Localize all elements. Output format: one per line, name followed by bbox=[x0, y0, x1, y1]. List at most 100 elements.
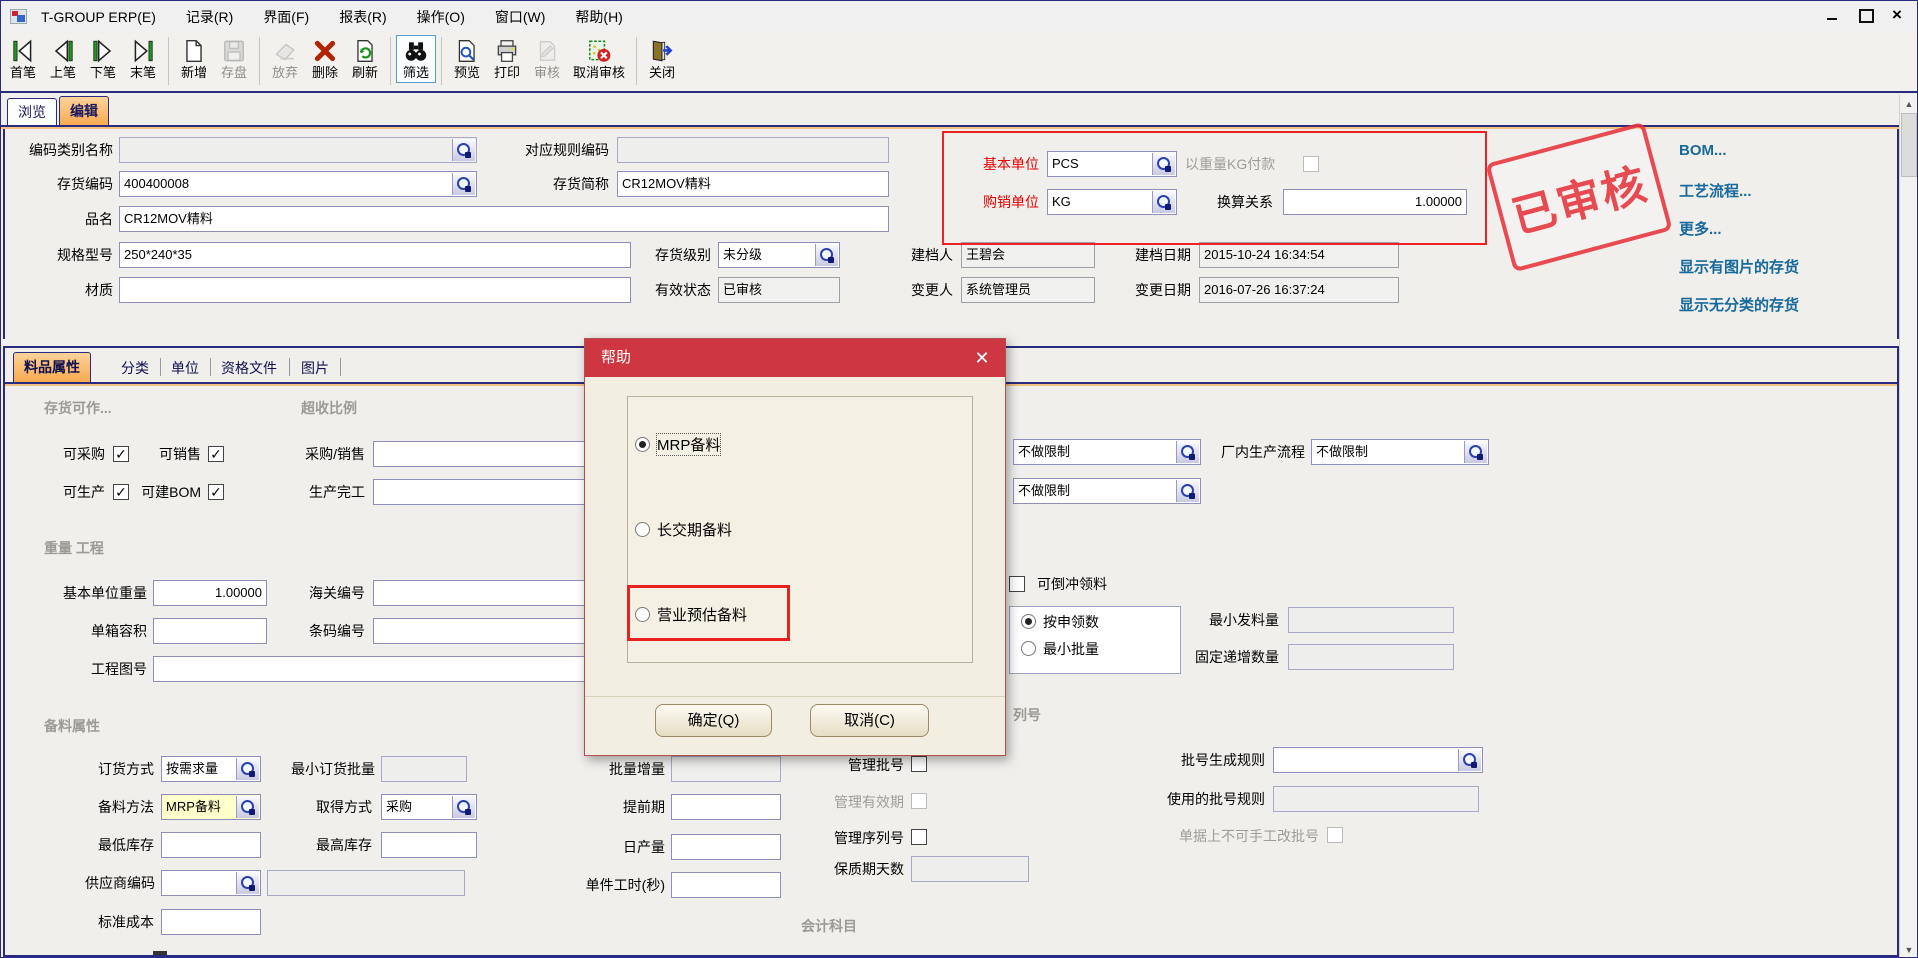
trade-unit-input[interactable]: KG bbox=[1047, 189, 1177, 215]
toolbar-filter[interactable]: 筛选 bbox=[396, 35, 436, 83]
maximize-icon[interactable] bbox=[1857, 8, 1873, 22]
factory-flow-input[interactable]: 不做限制 bbox=[1311, 439, 1489, 465]
lookup-icon[interactable] bbox=[236, 872, 259, 894]
acquire-method-input[interactable]: 采购 bbox=[381, 794, 477, 820]
menu-window[interactable]: 窗口(W) bbox=[495, 7, 546, 27]
toolbar-close[interactable]: 关闭 bbox=[642, 35, 682, 83]
lookup-icon[interactable] bbox=[1464, 441, 1487, 463]
code-category-input[interactable] bbox=[119, 137, 477, 163]
inventory-code-input[interactable]: 400400008 bbox=[119, 171, 477, 197]
by-min-batch-radio[interactable] bbox=[1021, 641, 1036, 656]
order-method-input[interactable]: 按需求量 bbox=[161, 756, 261, 782]
menu-report[interactable]: 报表(R) bbox=[339, 7, 386, 27]
max-stock-input[interactable] bbox=[381, 832, 477, 858]
tab-item-attributes[interactable]: 料品属性 bbox=[13, 352, 91, 382]
can-buy-checkbox[interactable] bbox=[113, 446, 129, 462]
toolbar-last-record[interactable]: 末笔 bbox=[123, 35, 163, 83]
lookup-icon[interactable] bbox=[236, 758, 259, 780]
option-long-lead-radio[interactable] bbox=[635, 522, 650, 537]
link-show-with-pictures[interactable]: 显示有图片的存货 bbox=[1679, 256, 1799, 277]
daily-output-input[interactable] bbox=[671, 834, 781, 860]
scrollbar-thumb[interactable] bbox=[1901, 113, 1917, 177]
lookup-icon[interactable] bbox=[1152, 153, 1175, 175]
lookup-icon[interactable] bbox=[1152, 191, 1175, 213]
link-bom[interactable]: BOM... bbox=[1679, 142, 1727, 159]
lookup-icon[interactable] bbox=[1176, 441, 1199, 463]
std-cost-input[interactable] bbox=[161, 909, 261, 935]
product-name-input[interactable]: CR12MOV精料 bbox=[119, 206, 889, 232]
toolbar-cancel-audit[interactable]: 取消审核 bbox=[567, 35, 631, 83]
spec-model-input[interactable]: 250*240*35 bbox=[119, 242, 631, 268]
vertical-scrollbar[interactable]: ▲ ▼ bbox=[1899, 95, 1917, 958]
dialog-close-icon[interactable]: ✕ bbox=[971, 347, 993, 369]
toolbar-delete[interactable]: 删除 bbox=[305, 35, 345, 83]
option-long-lead-label[interactable]: 长交期备料 bbox=[657, 519, 732, 540]
tab-unit[interactable]: 单位 bbox=[165, 356, 205, 380]
close-window-icon[interactable]: × bbox=[1889, 8, 1905, 22]
manage-serial-checkbox[interactable] bbox=[911, 829, 927, 845]
customs-code-input[interactable] bbox=[373, 580, 609, 606]
barcode-input[interactable] bbox=[373, 618, 609, 644]
lookup-icon[interactable] bbox=[1176, 480, 1199, 502]
rule-code-input[interactable] bbox=[617, 137, 889, 163]
dialog-cancel-button[interactable]: 取消(C) bbox=[810, 704, 929, 737]
by-apply-radio[interactable] bbox=[1021, 614, 1036, 629]
can-sell-checkbox[interactable] bbox=[208, 446, 224, 462]
option-mrp-radio[interactable] bbox=[635, 437, 650, 452]
can-produce-checkbox[interactable] bbox=[113, 484, 129, 500]
pay-by-kg-checkbox[interactable] bbox=[1303, 156, 1319, 172]
option-mrp-label[interactable]: MRP备料 bbox=[657, 434, 720, 455]
min-stock-input[interactable] bbox=[161, 832, 261, 858]
lookup-icon[interactable] bbox=[1458, 749, 1481, 771]
base-unit-input[interactable]: PCS bbox=[1047, 151, 1177, 177]
tab-edit[interactable]: 编辑 bbox=[59, 96, 109, 126]
toolbar-prev-record[interactable]: 上笔 bbox=[43, 35, 83, 83]
prep-method-input[interactable]: MRP备料 bbox=[161, 794, 261, 820]
scroll-down-icon[interactable]: ▼ bbox=[1901, 942, 1917, 958]
manage-batch-checkbox[interactable] bbox=[911, 756, 927, 772]
link-show-uncategorized[interactable]: 显示无分类的存货 bbox=[1679, 294, 1799, 315]
tab-browse[interactable]: 浏览 bbox=[7, 98, 57, 126]
toolbar-print[interactable]: 打印 bbox=[487, 35, 527, 83]
lookup-icon[interactable] bbox=[815, 244, 838, 266]
scroll-up-icon[interactable]: ▲ bbox=[1901, 96, 1917, 112]
menu-tgroup-erp[interactable]: T-GROUP ERP(E) bbox=[41, 9, 156, 25]
box-volume-input[interactable] bbox=[153, 618, 267, 644]
unit-time-input[interactable] bbox=[671, 872, 781, 898]
menu-help[interactable]: 帮助(H) bbox=[575, 7, 622, 27]
production-done-input[interactable] bbox=[373, 479, 613, 505]
toolbar-next-record[interactable]: 下笔 bbox=[83, 35, 123, 83]
supplier-code-input[interactable] bbox=[161, 870, 261, 896]
link-process-flow[interactable]: 工艺流程... bbox=[1679, 180, 1752, 201]
link-more[interactable]: 更多... bbox=[1679, 218, 1722, 239]
lookup-icon[interactable] bbox=[452, 796, 475, 818]
inventory-short-input[interactable]: CR12MOV精料 bbox=[617, 171, 889, 197]
conversion-input[interactable]: 1.00000 bbox=[1283, 189, 1467, 215]
base-unit-weight-input[interactable]: 1.00000 bbox=[153, 580, 267, 606]
restriction-1-input[interactable]: 不做限制 bbox=[1013, 439, 1201, 465]
lookup-icon[interactable] bbox=[452, 173, 475, 195]
lookup-icon[interactable] bbox=[452, 139, 475, 161]
tab-qualification-files[interactable]: 资格文件 bbox=[215, 356, 283, 380]
menu-operation[interactable]: 操作(O) bbox=[417, 7, 465, 27]
menu-record[interactable]: 记录(R) bbox=[186, 7, 233, 27]
minimize-icon[interactable] bbox=[1825, 8, 1841, 22]
toolbar-preview[interactable]: 预览 bbox=[447, 35, 487, 83]
toolbar-first-record[interactable]: 首笔 bbox=[3, 35, 43, 83]
restriction-2-input[interactable]: 不做限制 bbox=[1013, 478, 1201, 504]
can-bom-checkbox[interactable] bbox=[208, 484, 224, 500]
toolbar-new[interactable]: 新增 bbox=[174, 35, 214, 83]
lookup-icon[interactable] bbox=[236, 796, 259, 818]
tab-category[interactable]: 分类 bbox=[115, 356, 155, 380]
tab-picture[interactable]: 图片 bbox=[295, 356, 335, 380]
toolbar-refresh[interactable]: 刷新 bbox=[345, 35, 385, 83]
menu-interface[interactable]: 界面(F) bbox=[263, 7, 309, 27]
dialog-ok-button[interactable]: 确定(Q) bbox=[655, 704, 772, 737]
batch-rule-input[interactable] bbox=[1273, 747, 1483, 773]
backflush-checkbox[interactable] bbox=[1009, 576, 1025, 592]
lead-time-input[interactable] bbox=[671, 794, 781, 820]
buy-sell-ratio-input[interactable] bbox=[373, 441, 613, 467]
material-input[interactable] bbox=[119, 277, 631, 303]
inventory-level-input[interactable]: 未分级 bbox=[718, 242, 840, 268]
base-unit-label: 基本单位 bbox=[969, 151, 1039, 177]
